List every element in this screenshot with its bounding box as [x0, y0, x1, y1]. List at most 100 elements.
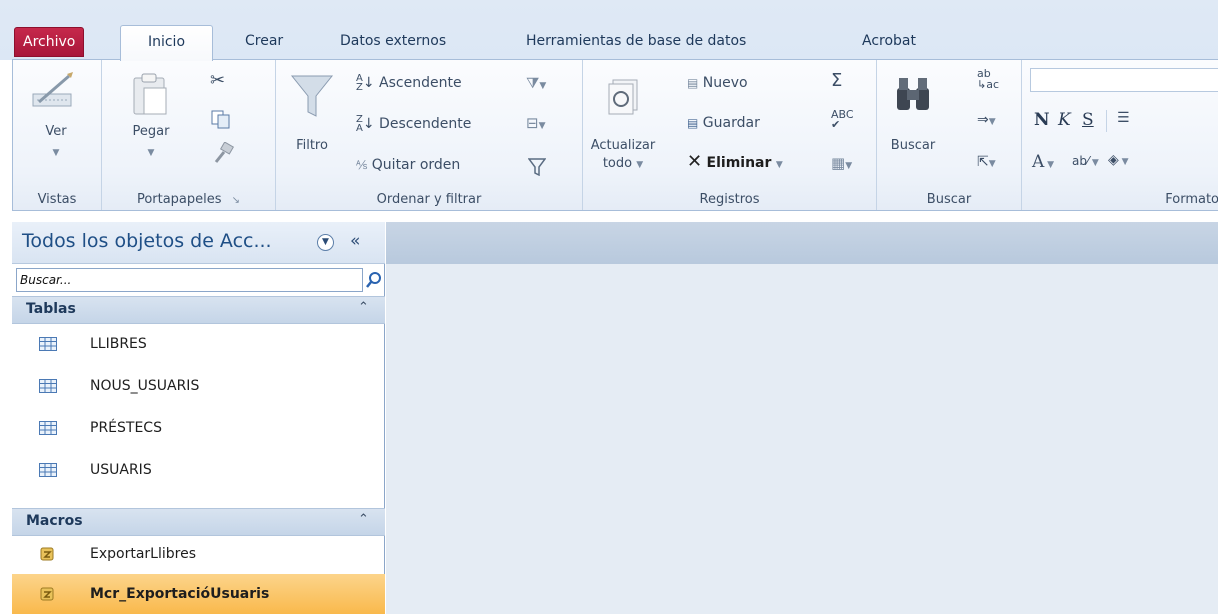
- delete-x-icon: ✕: [687, 151, 703, 172]
- format-painter-icon[interactable]: [212, 142, 234, 164]
- chevron-down-icon: ▼: [775, 160, 783, 170]
- group-portapapeles: Pegar ▼ ✂ Portapapeles ↘: [102, 60, 276, 210]
- underline-button[interactable]: S: [1082, 110, 1094, 130]
- chevron-down-icon: ▼: [147, 148, 155, 158]
- ribbon: Ver ▼ Vistas Pegar ▼ ✂ Portapapeles ↘ Fi…: [12, 59, 1218, 211]
- nav-pane-title[interactable]: Todos los objetos de Acc...: [22, 230, 272, 252]
- highlight-icon[interactable]: ab⁄ ▼: [1072, 154, 1099, 168]
- nuevo-label: Nuevo: [702, 75, 748, 91]
- spelling-icon[interactable]: ABC ✔: [831, 109, 854, 130]
- indent-icon[interactable]: ☰: [1117, 110, 1130, 126]
- pegar-button[interactable]: Pegar ▼: [116, 68, 186, 173]
- italic-button[interactable]: K: [1058, 110, 1071, 130]
- workspace-area[interactable]: [386, 222, 1218, 614]
- replace-icon[interactable]: ab ↳ac: [977, 68, 999, 90]
- tab-inicio[interactable]: Inicio: [120, 25, 213, 61]
- section-tablas[interactable]: Tablas ⌃: [12, 296, 385, 324]
- item-label: Mcr_ExportacióUsuaris: [90, 586, 270, 602]
- font-color-button[interactable]: A ▼: [1032, 152, 1054, 172]
- group-label-vistas: Vistas: [37, 192, 77, 207]
- filtro-label: Filtro: [296, 138, 328, 153]
- section-label: Tablas: [26, 301, 76, 317]
- separator: [1106, 110, 1107, 132]
- table-icon: [39, 379, 57, 393]
- section-macros[interactable]: Macros ⌃: [12, 508, 385, 536]
- font-color-letter: A: [1032, 152, 1045, 172]
- table-icon: [39, 463, 57, 477]
- table-icon: [39, 337, 57, 351]
- clear-sort-icon: ⅍: [356, 158, 368, 172]
- search-input[interactable]: Buscar...: [16, 268, 363, 292]
- guardar-label: Guardar: [702, 115, 760, 131]
- collapse-chevron-icon: ⌃: [358, 512, 369, 527]
- nav-pane-header[interactable]: Todos los objetos de Acc... ▼ «: [12, 222, 385, 264]
- quitar-orden-button[interactable]: ⅍ Quitar orden: [356, 154, 460, 176]
- eliminar-label: Eliminar: [706, 155, 772, 171]
- collapse-chevron-icon: ⌃: [358, 300, 369, 315]
- new-record-icon: ▤: [687, 76, 699, 90]
- design-view-icon: [32, 72, 73, 107]
- font-name-combobox[interactable]: [1030, 68, 1218, 92]
- paste-icon: [133, 73, 167, 115]
- ascendente-label: Ascendente: [379, 75, 462, 91]
- nuevo-button[interactable]: ▤ Nuevo: [687, 72, 748, 94]
- item-label: ExportarLlibres: [90, 546, 196, 562]
- more-grid-icon[interactable]: ▦▼: [831, 154, 852, 172]
- filtro-button[interactable]: Filtro: [282, 68, 342, 173]
- ver-button[interactable]: Ver ▼: [21, 68, 91, 173]
- group-label-registros: Registros: [699, 192, 760, 207]
- select-cursor-icon[interactable]: ⇱▼: [977, 154, 996, 170]
- tab-archivo[interactable]: Archivo: [14, 27, 85, 57]
- descendente-button[interactable]: Z A↓ Descendente: [356, 113, 471, 135]
- sort-ascending-icon: AZ: [356, 73, 363, 93]
- tab-herramientas[interactable]: Herramientas de base de datos: [517, 25, 755, 60]
- list-item-table[interactable]: LLIBRES: [12, 324, 385, 366]
- descendente-label: Descendente: [379, 116, 472, 132]
- tab-datos-externos[interactable]: Datos externos: [331, 25, 455, 60]
- fill-color-icon[interactable]: ◈ ▼: [1108, 152, 1129, 168]
- cut-icon[interactable]: ✂: [210, 70, 225, 91]
- macro-scroll-icon: [40, 587, 54, 601]
- workspace-header-bar: [386, 222, 1218, 264]
- buscar-button[interactable]: Buscar: [883, 68, 943, 178]
- section-label: Macros: [26, 513, 83, 529]
- refresh-all-icon: [608, 79, 638, 115]
- copy-icon[interactable]: [211, 110, 231, 130]
- totals-sigma-icon[interactable]: Σ: [831, 70, 842, 91]
- group-ordenar-filtrar: Filtro A Z↓ Ascendente Z A↓ Descendente ⅍ …: [276, 60, 583, 210]
- item-label: NOUS_USUARIS: [90, 378, 200, 394]
- bold-button[interactable]: N: [1034, 110, 1050, 130]
- group-label-formato: Formato: [1165, 192, 1218, 207]
- advanced-filter-icon[interactable]: ⊟▼: [526, 114, 546, 132]
- list-item-table[interactable]: USUARIS: [12, 450, 385, 492]
- guardar-button[interactable]: ▤ Guardar: [687, 112, 760, 134]
- chevron-down-icon: ▼: [636, 160, 644, 170]
- item-label: LLIBRES: [90, 336, 147, 352]
- chevron-down-icon[interactable]: ▼: [317, 234, 334, 251]
- ascendente-button[interactable]: A Z↓ Ascendente: [356, 72, 462, 94]
- list-item-macro-selected[interactable]: Mcr_ExportacióUsuaris: [12, 574, 385, 614]
- tab-crear[interactable]: Crear: [236, 25, 292, 60]
- table-icon: [39, 421, 57, 435]
- search-icon[interactable]: [364, 268, 384, 292]
- go-to-arrow-icon[interactable]: ⇒▼: [977, 112, 996, 128]
- dialog-launcher-icon[interactable]: ↘: [232, 195, 240, 206]
- group-vistas: Ver ▼ Vistas: [13, 60, 102, 210]
- group-label-ordenar: Ordenar y filtrar: [376, 192, 482, 207]
- list-item-macro[interactable]: ExportarLlibres: [12, 536, 385, 574]
- buscar-label: Buscar: [890, 138, 936, 153]
- group-label-buscar: Buscar: [926, 192, 972, 207]
- eliminar-button[interactable]: ✕ Eliminar ▼: [687, 151, 783, 173]
- actualizar-todo-button[interactable]: Actualizar todo ▼: [587, 68, 659, 183]
- collapse-pane-icon[interactable]: «: [350, 231, 360, 251]
- save-record-icon: ▤: [687, 116, 699, 130]
- group-label-portapapeles: Portapapeles ↘: [102, 192, 275, 207]
- ribbon-tab-strip: Archivo Inicio Crear Datos externos Herr…: [0, 0, 1218, 61]
- ver-label: Ver: [45, 124, 67, 139]
- list-item-table[interactable]: PRÉSTECS: [12, 408, 385, 450]
- group-buscar: Buscar ab ↳ac ⇒▼ ⇱▼ Buscar: [877, 60, 1022, 210]
- list-item-table[interactable]: NOUS_USUARIS: [12, 366, 385, 408]
- toggle-filter-icon[interactable]: [528, 158, 546, 176]
- tab-acrobat[interactable]: Acrobat: [853, 25, 925, 60]
- selection-filter-icon[interactable]: ⧩▼: [526, 74, 546, 92]
